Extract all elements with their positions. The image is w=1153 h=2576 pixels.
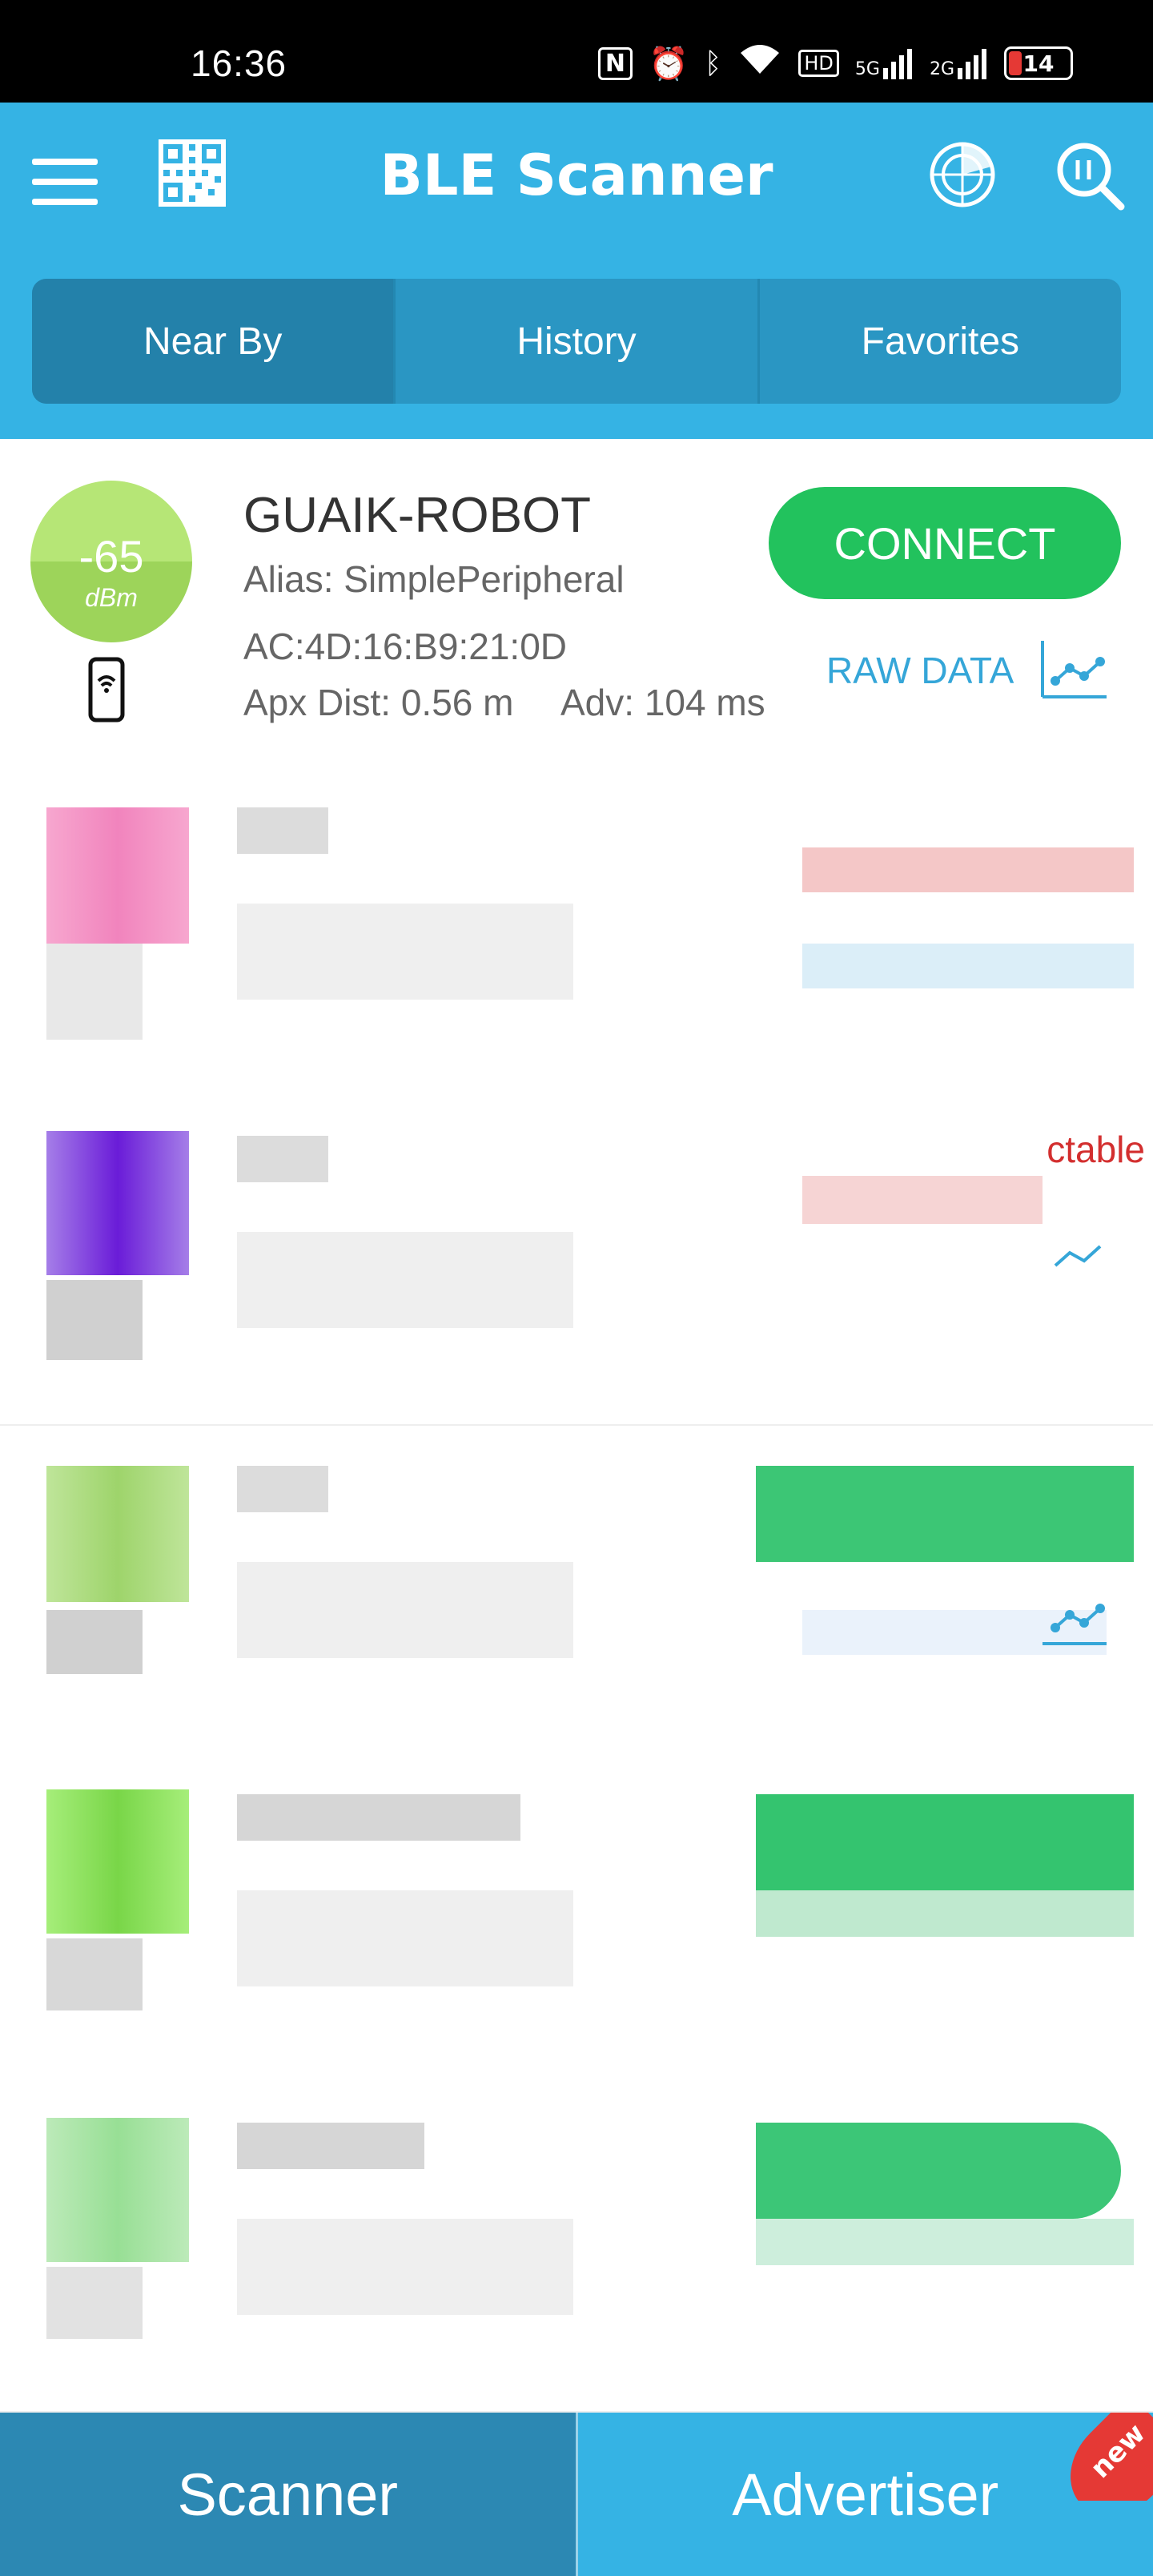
- nfc-icon: N: [597, 46, 633, 80]
- connectable-label: ctable: [1047, 1129, 1145, 1170]
- obscured-device-row[interactable]: ctable: [0, 1096, 1153, 1426]
- obscured-device-row[interactable]: [0, 2083, 1153, 2413]
- hd-icon: HD: [798, 50, 839, 77]
- device-adv-interval: Adv: 104 ms: [560, 682, 765, 723]
- status-bar: 16:36 N ⏰ ᛒ HD 5G 2G 14: [0, 0, 1153, 103]
- chart-icon[interactable]: [1039, 1586, 1108, 1647]
- chart-icon[interactable]: [1039, 639, 1108, 700]
- tab-favorites[interactable]: Favorites: [760, 279, 1121, 404]
- device-row[interactable]: -65 dBm GUAIK-ROBOT Alias: SimplePeriphe…: [0, 439, 1153, 769]
- scanner-tab[interactable]: Scanner: [0, 2413, 578, 2576]
- device-name: GUAIK-ROBOT: [243, 488, 592, 543]
- bottom-nav: Scanner Advertiser: [0, 2413, 1153, 2576]
- obscured-device-row[interactable]: [0, 1754, 1153, 2084]
- tab-bar: Near By History Favorites: [32, 279, 1121, 404]
- wifi-icon: [737, 42, 782, 85]
- rssi-badge: -65 dBm: [30, 481, 192, 642]
- radar-icon[interactable]: [929, 141, 996, 208]
- status-time: 16:36: [191, 42, 287, 84]
- bluetooth-icon: ᛒ: [704, 46, 722, 80]
- tab-near-by[interactable]: Near By: [32, 279, 396, 404]
- device-alias: Alias: SimplePeripheral: [243, 558, 625, 600]
- new-badge: new: [1065, 2413, 1153, 2501]
- chart-icon[interactable]: [1039, 1224, 1108, 1285]
- alarm-icon: ⏰: [648, 45, 689, 83]
- signal-5g-icon: 5G: [855, 47, 914, 79]
- search-icon[interactable]: [1054, 139, 1126, 211]
- battery-icon: 14: [1004, 46, 1073, 80]
- raw-data-link[interactable]: RAW DATA: [826, 649, 1014, 692]
- signal-2g-icon: 2G: [930, 47, 988, 79]
- phone-icon: [88, 657, 125, 722]
- tab-history[interactable]: History: [396, 279, 760, 404]
- obscured-device-row[interactable]: [0, 1426, 1153, 1756]
- status-icons: N ⏰ ᛒ HD 5G 2G 14: [597, 42, 1073, 85]
- obscured-device-row[interactable]: [0, 767, 1153, 1097]
- device-distance: Apx Dist: 0.56 m: [243, 682, 514, 723]
- device-mac: AC:4D:16:B9:21:0D: [243, 626, 568, 667]
- app-header: BLE Scanner Near By History Favorites: [0, 103, 1153, 439]
- connect-button[interactable]: CONNECT: [769, 487, 1121, 599]
